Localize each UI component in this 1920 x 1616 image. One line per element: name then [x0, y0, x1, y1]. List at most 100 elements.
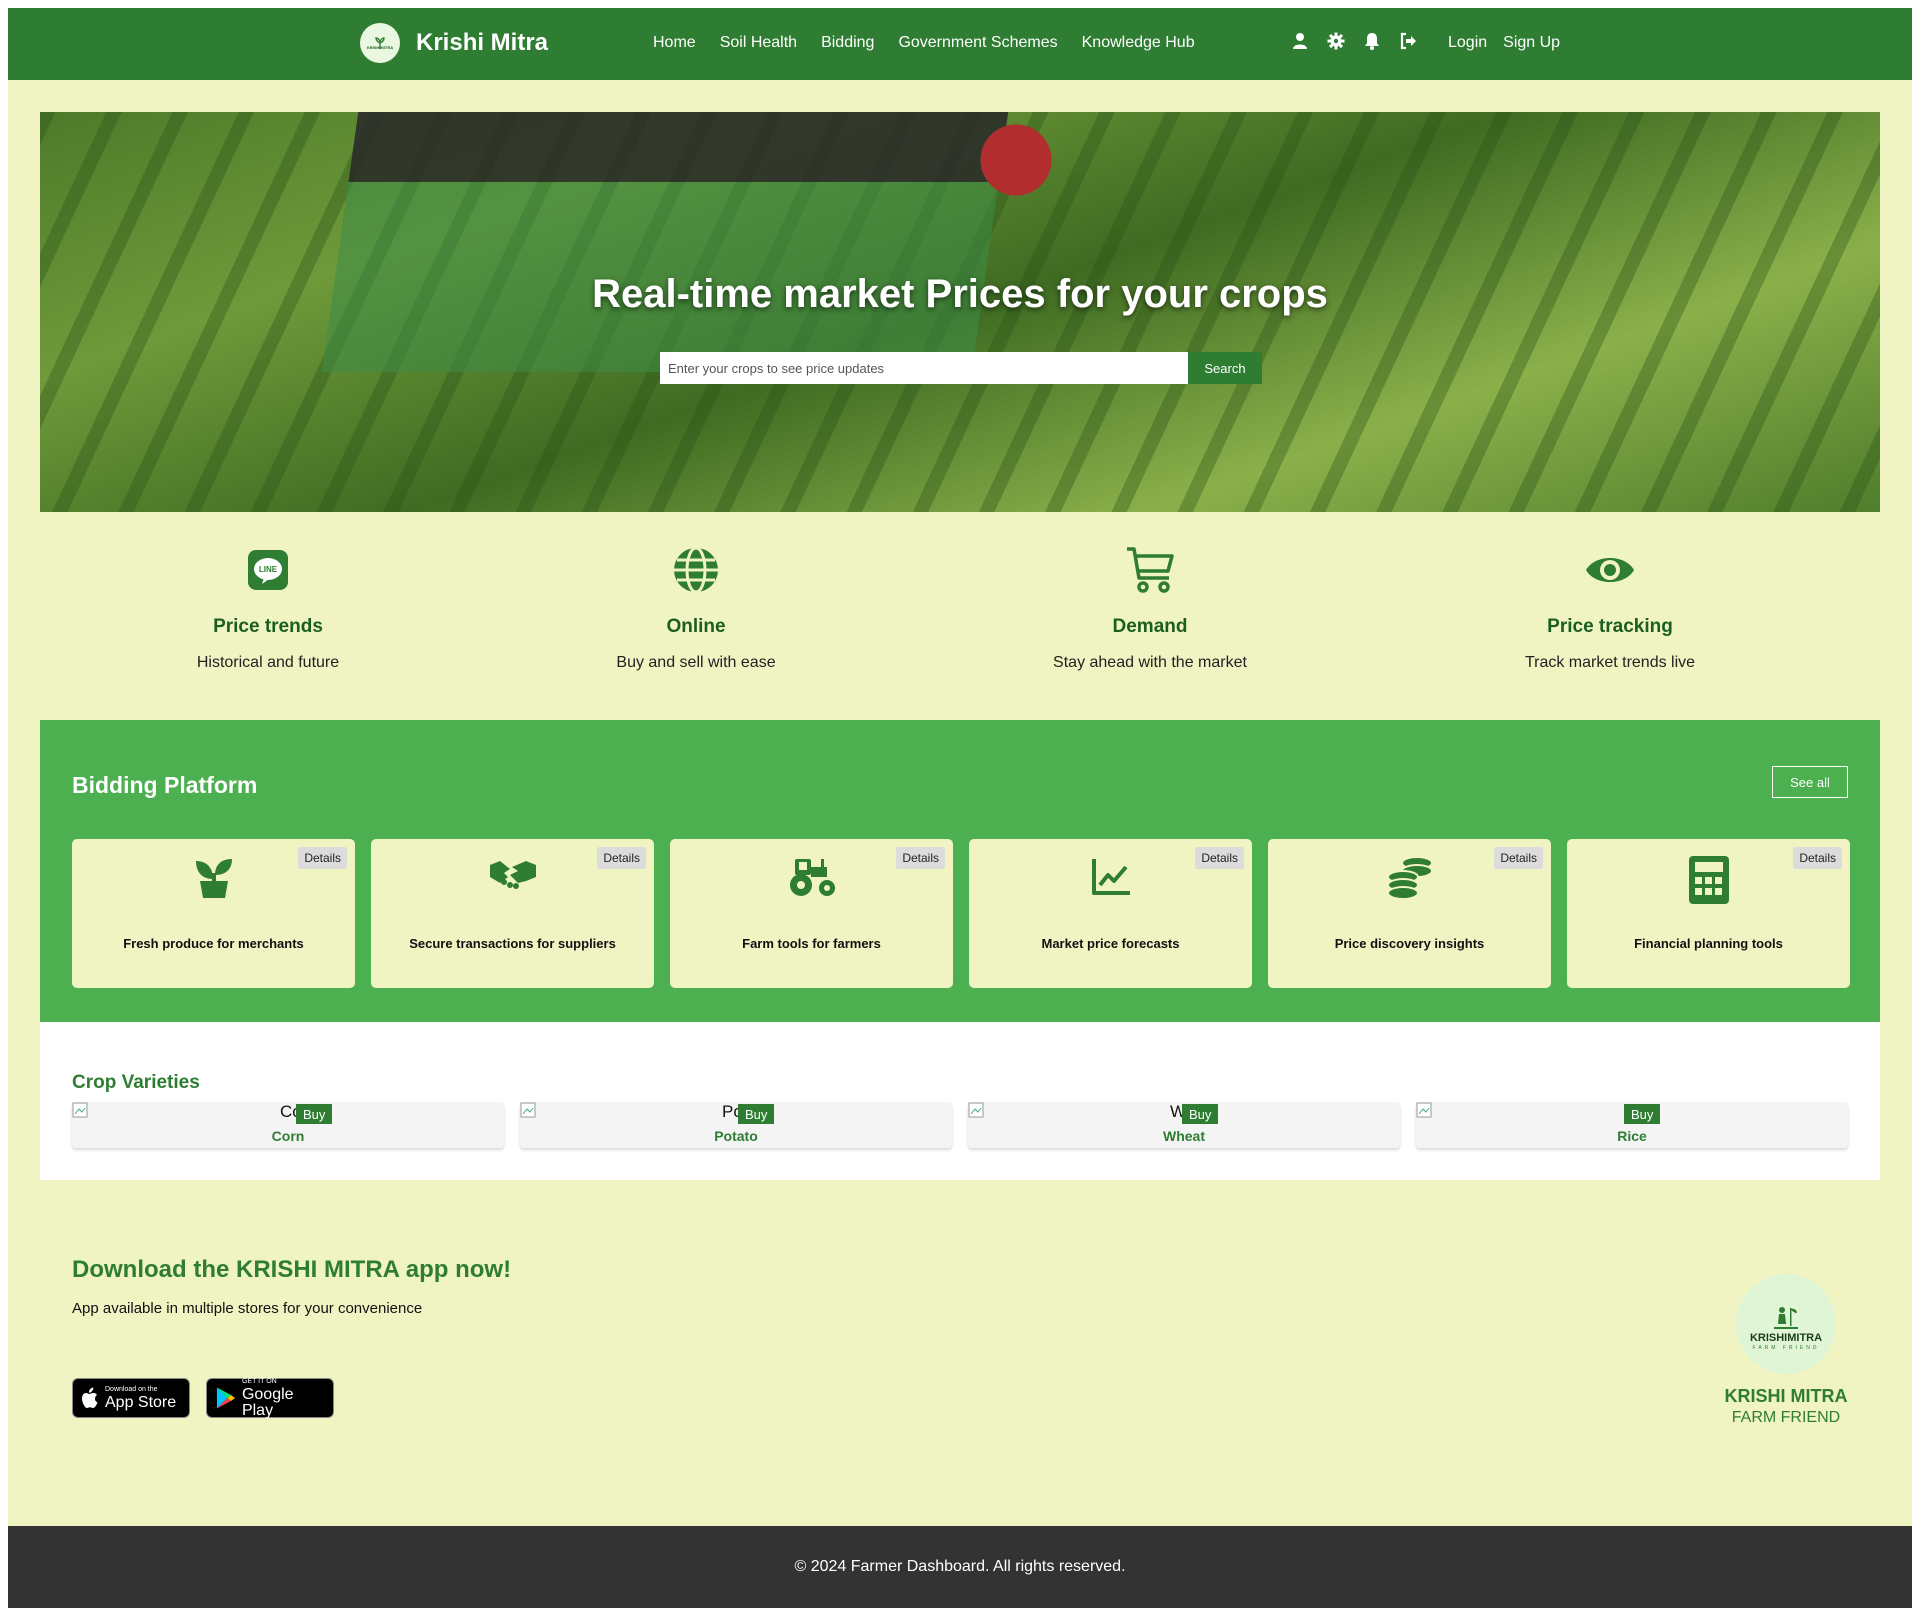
feature-title: Demand [1112, 616, 1188, 637]
signup-link[interactable]: Sign Up [1503, 34, 1560, 52]
logo-title: KRISHIMITRA [1749, 1332, 1823, 1344]
page: KRISHIMITRA Krishi Mitra Home Soil Healt… [8, 8, 1912, 1608]
logout-icon[interactable] [1399, 30, 1417, 52]
bidding-card-text: Farm tools for farmers [742, 936, 881, 951]
crop-card-potato[interactable]: Po Buy Potato [520, 1102, 952, 1148]
buy-button[interactable]: Buy [296, 1104, 333, 1124]
bidding-card-text: Secure transactions for suppliers [409, 936, 616, 951]
brand-logo: KRISHIMITRA [360, 23, 400, 63]
tractor-icon [789, 859, 835, 896]
hero-title: Real-time market Prices for your crops [592, 272, 1328, 316]
feature-subtitle: Historical and future [196, 654, 340, 671]
user-icon[interactable] [1291, 30, 1309, 52]
crop-name: Corn [271, 1128, 305, 1144]
nav-link-knowledge-hub[interactable]: Knowledge Hub [1082, 34, 1195, 52]
globe-icon [674, 546, 718, 594]
line-chat-icon: LINE [248, 550, 288, 590]
crop-name: Potato [714, 1128, 758, 1144]
features-row: LINE Price trends Historical and future [40, 544, 1880, 684]
crop-card-wheat[interactable]: W Buy Wheat [968, 1102, 1400, 1148]
bidding-platform-section: Bidding Platform See all Details Fresh p… [40, 720, 1880, 1022]
brand-logo-text: KRISHIMITRA [366, 45, 394, 50]
bidding-card[interactable]: Details Financial planning tools [1567, 839, 1850, 988]
nav-link-home[interactable]: Home [653, 34, 696, 52]
gear-icon[interactable] [1327, 30, 1345, 52]
bidding-card[interactable]: Details Market price forecasts [969, 839, 1252, 988]
buy-button[interactable]: Buy [1624, 1104, 1661, 1124]
app-store-big-text: App Store [105, 1393, 177, 1411]
google-play-big-text: Google Play [241, 1385, 294, 1419]
crop-varieties-section: Crop Varieties Co Buy Corn Po Buy Potato… [40, 1022, 1880, 1180]
footer-copyright: © 2024 Farmer Dashboard. All rights rese… [794, 1558, 1126, 1575]
chart-line-icon [1091, 859, 1130, 895]
bidding-card-text: Price discovery insights [1334, 936, 1485, 951]
buy-button[interactable]: Buy [1182, 1104, 1219, 1124]
hero-banner: Real-time market Prices for your crops S… [40, 112, 1880, 512]
crop-card-corn[interactable]: Co Buy Corn [72, 1102, 504, 1148]
crop-card-rice[interactable]: Buy Rice [1416, 1102, 1848, 1148]
bidding-title: Bidding Platform [72, 772, 258, 798]
bidding-card[interactable]: Details Fresh produce for merchants [72, 839, 355, 988]
login-link[interactable]: Login [1448, 34, 1487, 52]
handshake-icon [489, 861, 536, 889]
bidding-card-text: Fresh produce for merchants [123, 936, 304, 951]
apple-icon [82, 1387, 98, 1408]
app-download-title: Download the KRISHI MITRA app now! [72, 1256, 512, 1283]
google-play-badge[interactable]: GET IT ON Google Play [206, 1378, 334, 1418]
logo-subtitle: FARM FRIEND [1752, 1345, 1820, 1351]
bidding-card[interactable]: Details Price discovery insights [1268, 839, 1551, 988]
feature-subtitle: Stay ahead with the market [1053, 654, 1247, 671]
google-play-icon [216, 1387, 236, 1409]
feature-price-trends: LINE Price trends Historical and future [88, 544, 448, 672]
store-badges: Download on the App Store GET IT ON Goog… [72, 1378, 334, 1418]
feature-price-tracking: Price tracking Track market trends live [1430, 544, 1790, 672]
feature-demand: Demand Stay ahead with the market [970, 544, 1330, 672]
broken-image-icon [1416, 1102, 1432, 1118]
nav-link-government-schemes[interactable]: Government Schemes [898, 34, 1057, 52]
brand-tagline: FARM FRIEND [1731, 1409, 1841, 1426]
feature-online: Online Buy and sell with ease [516, 544, 876, 672]
nav-auth: Login Sign Up [1448, 34, 1560, 52]
nav-link-soil-health[interactable]: Soil Health [720, 34, 797, 52]
eye-icon [1586, 558, 1634, 582]
feature-subtitle: Track market trends live [1524, 654, 1696, 671]
brand-name: Krishi Mitra [416, 29, 549, 56]
hero-search: Search [660, 352, 1262, 384]
see-all-button[interactable]: See all [1772, 766, 1848, 798]
bell-icon[interactable] [1363, 30, 1381, 52]
bidding-card[interactable]: Details Secure transactions for supplier… [371, 839, 654, 988]
navbar: KRISHIMITRA Krishi Mitra Home Soil Healt… [8, 8, 1912, 80]
crop-list: Co Buy Corn Po Buy Potato W Buy Wheat Bu… [72, 1102, 1848, 1148]
broken-image-icon [520, 1102, 536, 1118]
crop-varieties-title: Crop Varieties [72, 1072, 200, 1093]
search-button[interactable]: Search [1188, 352, 1262, 384]
broken-image-icon [968, 1102, 984, 1118]
calculator-icon [1688, 856, 1729, 904]
buy-button[interactable]: Buy [738, 1104, 775, 1124]
app-store-small-text: Download on the [105, 1385, 158, 1393]
footer: © 2024 Farmer Dashboard. All rights rese… [8, 1526, 1912, 1608]
cart-icon [1127, 547, 1174, 593]
brand[interactable]: KRISHIMITRA Krishi Mitra [360, 23, 548, 63]
bidding-cards: Details Fresh produce for merchants Deta… [72, 839, 1850, 988]
app-store-badge[interactable]: Download on the App Store [72, 1378, 190, 1418]
bidding-card[interactable]: Details Farm tools for farmers [670, 839, 953, 988]
feature-title: Price tracking [1547, 616, 1673, 637]
feature-title: Price trends [213, 616, 323, 637]
brand-name-right: KRISHI MITRA [1724, 1386, 1848, 1406]
bidding-card-text: Market price forecasts [1041, 936, 1180, 951]
crop-name: Rice [1617, 1128, 1647, 1144]
broken-image-icon [72, 1102, 88, 1118]
feature-title: Online [666, 616, 726, 637]
google-play-small-text: GET IT ON [241, 1377, 277, 1385]
farmer-icon [1774, 1307, 1798, 1329]
nav-links: Home Soil Health Bidding Government Sche… [653, 34, 1195, 52]
line-icon-text: LINE [259, 565, 278, 574]
crop-name: Wheat [1163, 1128, 1205, 1144]
coins-icon [1386, 856, 1433, 900]
bidding-card-text: Financial planning tools [1634, 936, 1783, 951]
nav-link-bidding[interactable]: Bidding [821, 34, 874, 52]
crop-search-input[interactable] [660, 352, 1188, 384]
brand-block: KRISHI MITRA FARM FRIEND [1698, 1386, 1874, 1427]
nav-icons [1291, 30, 1417, 52]
